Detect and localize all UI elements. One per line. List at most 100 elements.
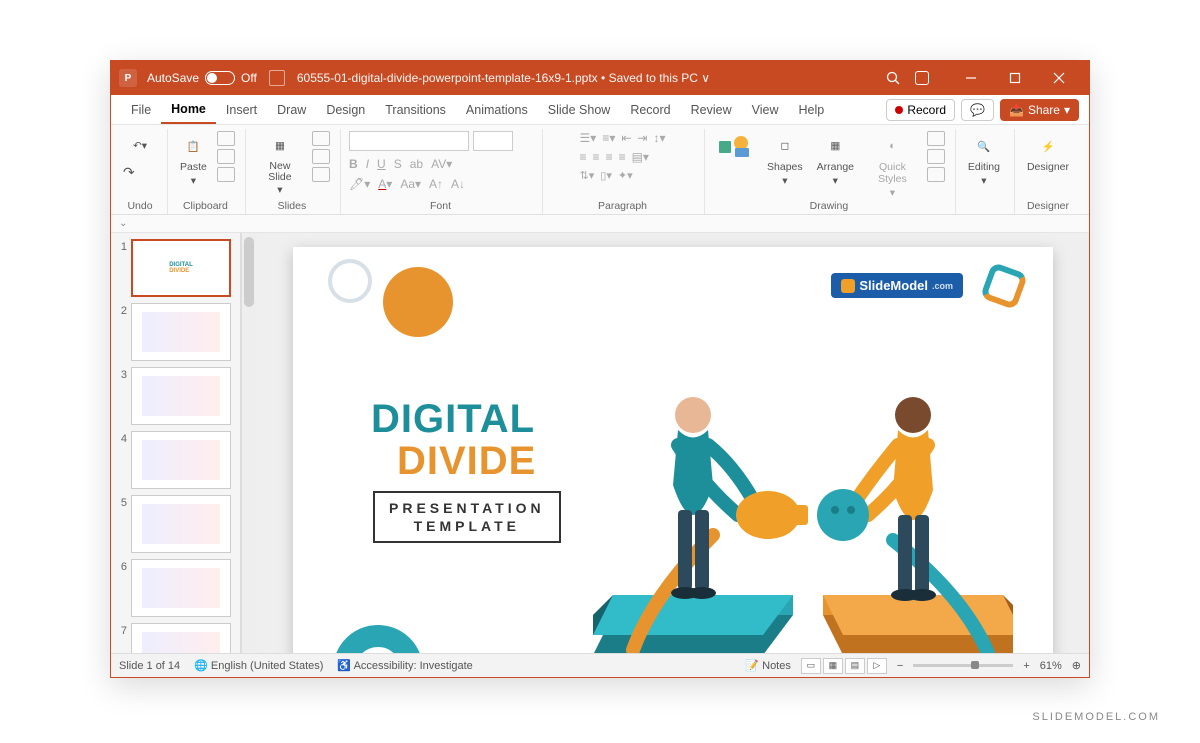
bullets-button[interactable]: ☰▾: [580, 131, 597, 145]
ribbon-collapse-bar[interactable]: ⌄: [111, 215, 1089, 233]
paste-button[interactable]: 📋Paste▾: [176, 131, 211, 189]
record-button[interactable]: Record: [886, 99, 955, 121]
tab-insert[interactable]: Insert: [216, 95, 267, 124]
format-painter-button[interactable]: [217, 167, 235, 182]
reset-button[interactable]: [312, 149, 330, 164]
slide-thumbnail[interactable]: [131, 367, 231, 425]
quick-styles-button[interactable]: ◐Quick Styles▾: [864, 131, 921, 201]
accessibility-status[interactable]: ♿ Accessibility: Investigate: [337, 659, 472, 672]
indent-dec-button[interactable]: ⇤: [621, 131, 631, 145]
tab-draw[interactable]: Draw: [267, 95, 316, 124]
slideshow-view-button[interactable]: ▷: [867, 658, 887, 674]
slide-thumbnail[interactable]: [131, 559, 231, 617]
shape-fill-button[interactable]: [927, 131, 945, 146]
text-direction-button[interactable]: ⇅▾: [580, 169, 595, 182]
align-left-button[interactable]: ≡: [580, 150, 587, 164]
fit-window-button[interactable]: ⊕: [1072, 659, 1081, 672]
smartart-button[interactable]: ✦▾: [618, 169, 633, 182]
undo-button[interactable]: ↶▾: [123, 131, 157, 161]
zoom-in-button[interactable]: +: [1023, 660, 1029, 672]
tab-help[interactable]: Help: [788, 95, 834, 124]
tab-transitions[interactable]: Transitions: [375, 95, 456, 124]
slide-counter[interactable]: Slide 1 of 14: [119, 660, 180, 672]
spacing-button[interactable]: AV▾: [431, 157, 452, 171]
justify-button[interactable]: ≡: [619, 150, 626, 164]
cut-button[interactable]: [217, 131, 235, 146]
tab-slide-show[interactable]: Slide Show: [538, 95, 621, 124]
tab-home[interactable]: Home: [161, 95, 216, 124]
shape-effects-button[interactable]: [927, 167, 945, 182]
align-center-button[interactable]: ≡: [593, 150, 600, 164]
zoom-percent[interactable]: 61%: [1040, 660, 1062, 672]
slide-thumbnail[interactable]: DIGITALDIVIDE: [131, 239, 231, 297]
slide-thumbnail[interactable]: [131, 495, 231, 553]
arrange-button[interactable]: ▦Arrange▾: [813, 131, 858, 189]
ribbon-group-clipboard: 📋Paste▾ Clipboard: [170, 129, 246, 214]
shapes-gallery[interactable]: [713, 131, 757, 161]
bold-button[interactable]: B: [349, 157, 358, 171]
indent-inc-button[interactable]: ⇥: [637, 131, 647, 145]
language-status[interactable]: 🌐 English (United States): [194, 659, 323, 672]
numbering-button[interactable]: ≡▾: [602, 131, 615, 145]
search-icon[interactable]: [871, 61, 915, 95]
group-label: Slides: [278, 198, 307, 212]
change-case-button[interactable]: Aa▾: [400, 177, 421, 191]
copy-button[interactable]: [217, 149, 235, 164]
new-slide-button[interactable]: ▦New Slide▾: [254, 131, 306, 198]
layout-button[interactable]: [312, 131, 330, 146]
ribbon-group-undo: ↶▾ ↷ Undo: [117, 129, 168, 214]
slide[interactable]: DIGITAL DIVIDE PRESENTATION TEMPLATE Sli…: [293, 247, 1053, 653]
mic-icon[interactable]: [915, 71, 929, 85]
shapes-button[interactable]: ◻Shapes▾: [763, 131, 807, 189]
columns-button[interactable]: ▤▾: [632, 150, 649, 164]
notes-button[interactable]: 📝 Notes: [745, 659, 791, 672]
tab-view[interactable]: View: [742, 95, 789, 124]
shape-outline-button[interactable]: [927, 149, 945, 164]
slide-thumbnail[interactable]: [131, 623, 231, 653]
designer-button[interactable]: ⚡Designer: [1023, 131, 1073, 175]
underline-button[interactable]: U: [377, 157, 386, 171]
autosave-toggle[interactable]: AutoSave Off: [147, 71, 257, 85]
scrollbar-thumb[interactable]: [244, 237, 254, 307]
tab-animations[interactable]: Animations: [456, 95, 538, 124]
align-text-button[interactable]: ▯▾: [600, 169, 612, 182]
font-name-input[interactable]: [349, 131, 469, 151]
increase-font-button[interactable]: A↑: [429, 177, 443, 191]
tab-file[interactable]: File: [121, 95, 161, 124]
app-window: P AutoSave Off 60555-01-digital-divide-p…: [110, 60, 1090, 678]
font-size-input[interactable]: [473, 131, 513, 151]
titlebar-right: [871, 61, 1081, 95]
zoom-out-button[interactable]: −: [897, 660, 903, 672]
tab-review[interactable]: Review: [681, 95, 742, 124]
slide-number: 4: [115, 431, 127, 445]
thumbnails-scrollbar[interactable]: [241, 233, 257, 653]
tab-design[interactable]: Design: [316, 95, 375, 124]
maximize-button[interactable]: [993, 61, 1037, 95]
highlight-button[interactable]: 🖊▾: [349, 177, 370, 191]
align-right-button[interactable]: ≡: [606, 150, 613, 164]
zoom-slider[interactable]: [913, 664, 1013, 667]
line-spacing-button[interactable]: ↕▾: [653, 131, 665, 145]
decrease-font-button[interactable]: A↓: [451, 177, 465, 191]
normal-view-button[interactable]: ▭: [801, 658, 821, 674]
editing-button[interactable]: 🔍Editing▾: [964, 131, 1004, 189]
slide-thumbnail[interactable]: [131, 431, 231, 489]
tab-record[interactable]: Record: [620, 95, 680, 124]
shadow-button[interactable]: ab: [410, 157, 423, 171]
font-color-button[interactable]: A▾: [378, 177, 392, 191]
strikethrough-button[interactable]: S: [394, 157, 402, 171]
autosave-label: AutoSave: [147, 71, 199, 85]
save-icon[interactable]: [269, 70, 285, 86]
close-button[interactable]: [1037, 61, 1081, 95]
slide-thumbnail[interactable]: [131, 303, 231, 361]
badge-icon: [841, 279, 855, 293]
reading-view-button[interactable]: ▤: [845, 658, 865, 674]
sorter-view-button[interactable]: ▦: [823, 658, 843, 674]
comments-button[interactable]: 💬: [961, 99, 994, 121]
italic-button[interactable]: I: [366, 157, 369, 171]
share-button[interactable]: 📤 Share ▾: [1000, 99, 1079, 121]
section-button[interactable]: [312, 167, 330, 182]
chevron-down-icon[interactable]: ∨: [701, 71, 710, 85]
redo-button[interactable]: ↷: [123, 164, 157, 181]
minimize-button[interactable]: [949, 61, 993, 95]
